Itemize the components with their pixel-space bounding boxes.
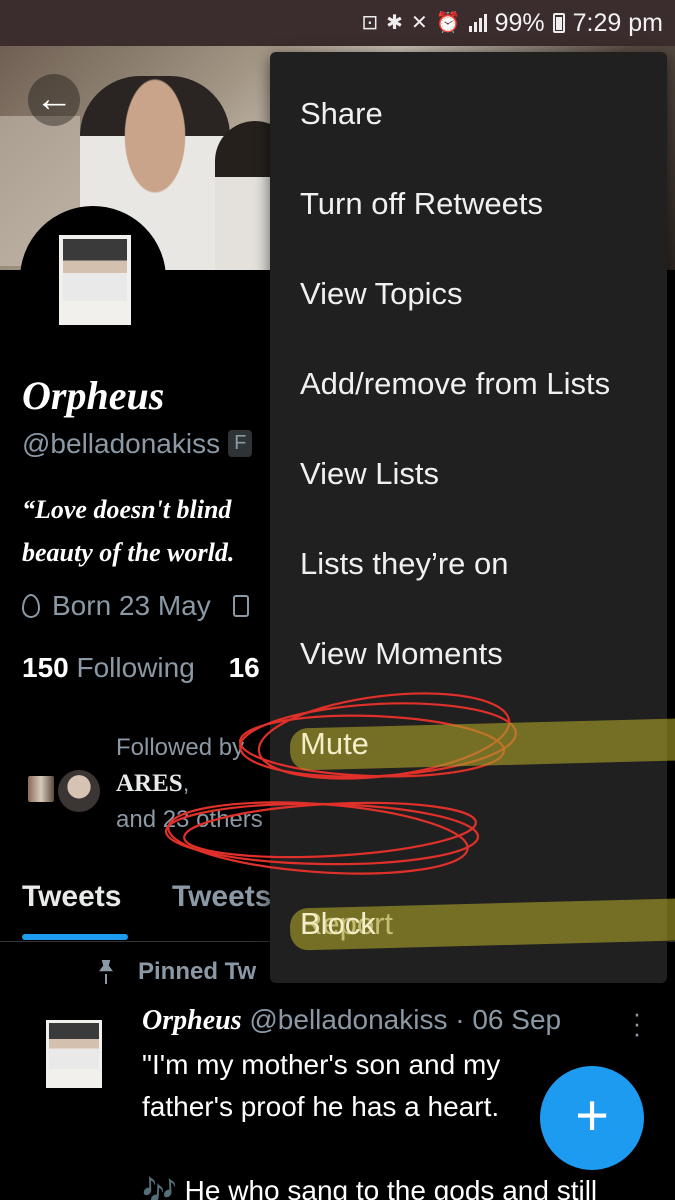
pinned-label: Pinned Tw [96,958,256,986]
followed-by-others: and 23 others [116,806,263,833]
follower-avatar [56,768,102,814]
menu-item-view-lists[interactable]: View Lists [300,429,439,519]
profile-bio: “Love doesn't blind beauty of the world. [22,488,282,574]
tweet-line: "I'm my mother's son and my [142,1049,501,1080]
tweet-header: Orpheus @belladonakiss · 06 Sep [142,1004,561,1037]
following-count: 150 [22,652,69,683]
music-notes-icon: 🎶 [142,1175,177,1200]
menu-item-lists-theyre-on[interactable]: Lists they’re on [300,519,509,609]
tweet-line: He who sang to the gods and still [184,1175,598,1200]
bio-line: “Love doesn't blind [22,495,232,524]
mute-vibrate-icon: ✕ [410,12,428,34]
menu-item-add-remove-lists[interactable]: Add/remove from Lists [300,339,610,429]
balloon-icon [22,594,40,618]
tweet-meta: @belladonakiss · 06 Sep [249,1004,562,1035]
menu-item-share[interactable]: Share [300,69,383,159]
calendar-icon [232,595,249,617]
follower-avatar [26,774,56,804]
menu-item-turn-off-retweets[interactable]: Turn off Retweets [300,159,543,249]
overflow-menu: Share Turn off Retweets View Topics Add/… [270,52,667,983]
avatar-photo [59,235,131,325]
menu-item-mute[interactable]: Mute [300,699,675,789]
menu-item-view-moments[interactable]: View Moments [300,609,503,699]
profile-stats: 150 Following 16 [22,652,260,684]
following-link[interactable]: 150 Following [22,652,195,683]
back-button[interactable]: ← [28,74,80,126]
tweet-line: father's proof he has a heart. [142,1091,500,1122]
tab-tweets-replies[interactable]: Tweets [172,880,271,914]
tweet-avatar[interactable] [46,1020,102,1088]
followed-by-comma: , [182,770,190,797]
alarm-icon: ⏰ [435,12,461,34]
compose-tweet-button[interactable]: + [540,1066,644,1170]
followers-link[interactable]: 16 [229,652,260,683]
followers-count: 16 [228,652,260,683]
more-vertical-icon[interactable]: · · · [630,1000,644,1046]
followed-by-text: Followed by ARES, and 23 others [116,730,263,838]
battery-icon [552,13,565,33]
following-label: Following [76,652,195,683]
profile-birthday: Born 23 May [22,590,249,622]
active-tab-indicator [22,934,128,940]
menu-item-block[interactable]: Block [300,879,675,969]
profile-handle: @belladonakiss F [22,428,253,460]
followed-by[interactable]: Followed by ARES, and 23 others [26,730,286,840]
followed-by-user: ARES [116,770,183,797]
battery-percent: 99% [494,8,545,37]
battery-saver-icon: ⊡ [361,12,379,34]
tweet-author[interactable]: Orpheus [142,1005,242,1036]
menu-item-view-topics[interactable]: View Topics [300,249,463,339]
pin-icon [96,960,116,984]
status-bar: ⊡ ✱ ✕ ⏰ 99% 7:29 pm [0,0,675,46]
bio-line: beauty of the world. [22,538,235,567]
follows-you-badge: F [228,430,253,457]
tab-tweets[interactable]: Tweets [22,880,121,914]
signal-icon [468,14,487,32]
profile-name: Orpheus [22,373,165,418]
avatar[interactable] [20,206,166,352]
pinned-text: Pinned Tw [138,958,257,985]
arrow-left-icon: ← [35,78,73,120]
followed-by-line: Followed by [116,734,245,761]
clock: 7:29 pm [572,8,663,37]
handle-text: @belladonakiss [22,428,221,459]
bluetooth-icon: ✱ [386,12,403,34]
birthday-text: Born 23 May [52,590,211,621]
